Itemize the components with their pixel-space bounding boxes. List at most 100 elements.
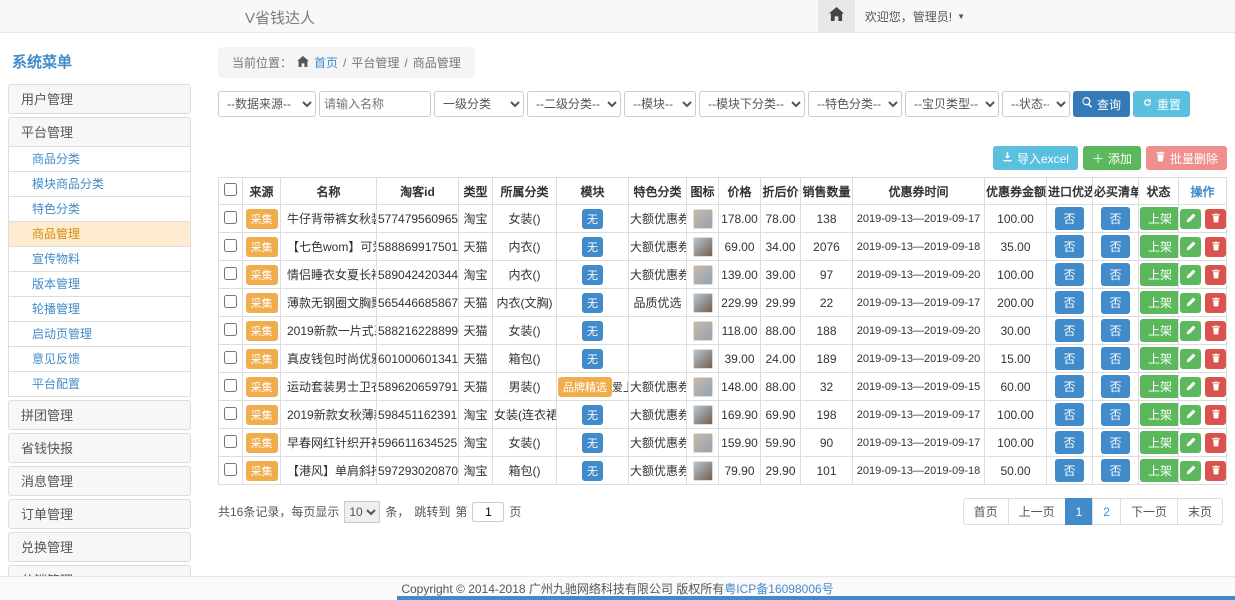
name-search-input[interactable]	[319, 91, 431, 117]
row-checkbox[interactable]	[224, 379, 237, 392]
sidebar-item[interactable]: 平台配置	[8, 371, 191, 397]
edit-button[interactable]	[1180, 237, 1201, 257]
sidebar-item[interactable]: 商品分类	[8, 146, 191, 172]
status-button[interactable]: 上架	[1140, 347, 1179, 370]
sidebar-item[interactable]: 版本管理	[8, 271, 191, 297]
row-checkbox[interactable]	[224, 463, 237, 476]
sidebar-item[interactable]: 兑换管理	[8, 532, 191, 562]
row-checkbox[interactable]	[224, 407, 237, 420]
sidebar-item[interactable]: 特色分类	[8, 196, 191, 222]
sidebar-item[interactable]: 平台管理	[8, 117, 191, 147]
data-source-select[interactable]: --数据来源--	[218, 91, 316, 117]
edit-button[interactable]	[1180, 349, 1201, 369]
must-buy-toggle[interactable]: 否	[1101, 347, 1129, 370]
status-button[interactable]: 上架	[1140, 431, 1179, 454]
edit-button[interactable]	[1180, 209, 1201, 229]
status-button[interactable]: 上架	[1140, 235, 1179, 258]
level1-category-select[interactable]: 一级分类	[434, 91, 524, 117]
import-select-toggle[interactable]: 否	[1055, 207, 1083, 230]
search-button[interactable]: 查询	[1073, 91, 1130, 117]
delete-button[interactable]	[1205, 237, 1226, 257]
import-select-toggle[interactable]: 否	[1055, 431, 1083, 454]
per-page-select[interactable]: 10	[344, 501, 380, 523]
row-checkbox[interactable]	[224, 267, 237, 280]
status-select[interactable]: --状态--	[1002, 91, 1070, 117]
sidebar-item[interactable]: 分销管理	[8, 565, 191, 576]
status-button[interactable]: 上架	[1140, 319, 1179, 342]
sidebar-item[interactable]: 消息管理	[8, 466, 191, 496]
status-button[interactable]: 上架	[1140, 291, 1179, 314]
status-button[interactable]: 上架	[1140, 207, 1179, 230]
delete-button[interactable]	[1205, 293, 1226, 313]
must-buy-toggle[interactable]: 否	[1101, 263, 1129, 286]
edit-button[interactable]	[1180, 377, 1201, 397]
import-select-toggle[interactable]: 否	[1055, 459, 1083, 482]
level2-category-select[interactable]: --二级分类--	[527, 91, 621, 117]
edit-button[interactable]	[1180, 405, 1201, 425]
import-select-toggle[interactable]: 否	[1055, 347, 1083, 370]
reset-button[interactable]: 重置	[1133, 91, 1190, 117]
sidebar-item[interactable]: 模块商品分类	[8, 171, 191, 197]
delete-button[interactable]	[1205, 377, 1226, 397]
delete-button[interactable]	[1205, 209, 1226, 229]
delete-button[interactable]	[1205, 433, 1226, 453]
add-button[interactable]: ＋ 添加	[1083, 146, 1141, 170]
page-button[interactable]: 首页	[963, 498, 1009, 525]
status-button[interactable]: 上架	[1140, 375, 1179, 398]
import-select-toggle[interactable]: 否	[1055, 403, 1083, 426]
must-buy-toggle[interactable]: 否	[1101, 235, 1129, 258]
edit-button[interactable]	[1180, 461, 1201, 481]
must-buy-toggle[interactable]: 否	[1101, 207, 1129, 230]
sidebar-item[interactable]: 商品管理	[8, 221, 191, 247]
page-button[interactable]: 1	[1065, 498, 1094, 525]
sidebar-item[interactable]: 宣传物料	[8, 246, 191, 272]
row-checkbox[interactable]	[224, 211, 237, 224]
row-checkbox[interactable]	[224, 435, 237, 448]
feature-category-select[interactable]: --特色分类--	[808, 91, 902, 117]
delete-button[interactable]	[1205, 405, 1226, 425]
page-button[interactable]: 上一页	[1008, 498, 1066, 525]
import-select-toggle[interactable]: 否	[1055, 375, 1083, 398]
module-select[interactable]: --模块--	[624, 91, 696, 117]
edit-button[interactable]	[1180, 293, 1201, 313]
must-buy-toggle[interactable]: 否	[1101, 403, 1129, 426]
delete-button[interactable]	[1205, 321, 1226, 341]
edit-button[interactable]	[1180, 321, 1201, 341]
select-all-checkbox[interactable]	[224, 183, 237, 196]
sidebar-item[interactable]: 订单管理	[8, 499, 191, 529]
icp-link[interactable]: 粤ICP备16098006号	[724, 580, 833, 597]
row-checkbox[interactable]	[224, 323, 237, 336]
must-buy-toggle[interactable]: 否	[1101, 375, 1129, 398]
import-select-toggle[interactable]: 否	[1055, 291, 1083, 314]
sidebar-item[interactable]: 启动页管理	[8, 321, 191, 347]
page-number-input[interactable]	[472, 502, 504, 522]
status-button[interactable]: 上架	[1140, 263, 1179, 286]
must-buy-toggle[interactable]: 否	[1101, 291, 1129, 314]
sidebar-item[interactable]: 省钱快报	[8, 433, 191, 463]
import-excel-button[interactable]: 导入excel	[993, 146, 1078, 170]
must-buy-toggle[interactable]: 否	[1101, 459, 1129, 482]
batch-delete-button[interactable]: 批量删除	[1146, 146, 1227, 170]
status-button[interactable]: 上架	[1140, 459, 1179, 482]
delete-button[interactable]	[1205, 349, 1226, 369]
must-buy-toggle[interactable]: 否	[1101, 319, 1129, 342]
import-select-toggle[interactable]: 否	[1055, 235, 1083, 258]
home-button[interactable]	[818, 0, 855, 33]
edit-button[interactable]	[1180, 265, 1201, 285]
sidebar-item[interactable]: 意见反馈	[8, 346, 191, 372]
edit-button[interactable]	[1180, 433, 1201, 453]
module-sub-category-select[interactable]: --模块下分类--	[699, 91, 805, 117]
sidebar-item[interactable]: 用户管理	[8, 84, 191, 114]
breadcrumb-home-link[interactable]: 首页	[314, 54, 338, 71]
import-select-toggle[interactable]: 否	[1055, 263, 1083, 286]
page-button[interactable]: 2	[1092, 498, 1121, 525]
delete-button[interactable]	[1205, 461, 1226, 481]
import-select-toggle[interactable]: 否	[1055, 319, 1083, 342]
page-button[interactable]: 末页	[1177, 498, 1223, 525]
row-checkbox[interactable]	[224, 295, 237, 308]
row-checkbox[interactable]	[224, 239, 237, 252]
sidebar-item[interactable]: 轮播管理	[8, 296, 191, 322]
status-button[interactable]: 上架	[1140, 403, 1179, 426]
delete-button[interactable]	[1205, 265, 1226, 285]
must-buy-toggle[interactable]: 否	[1101, 431, 1129, 454]
